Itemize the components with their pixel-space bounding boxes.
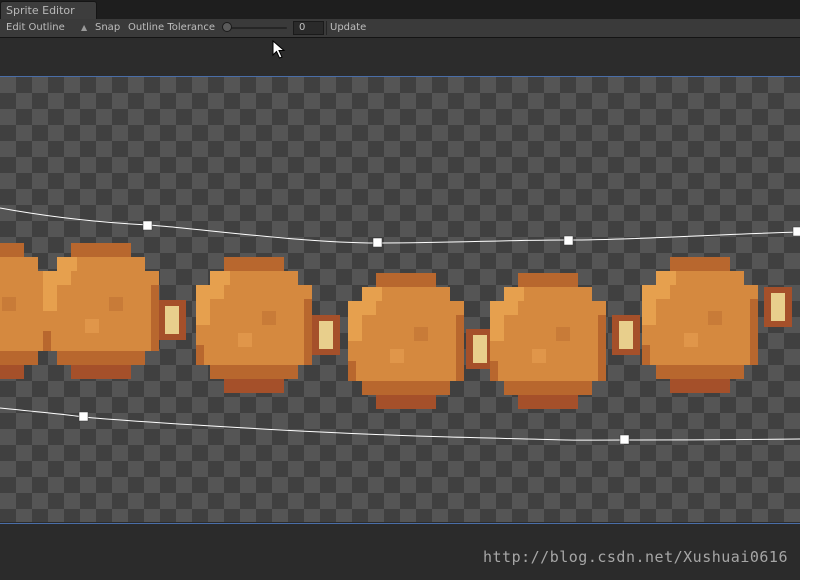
sprite-canvas[interactable]: [0, 77, 800, 522]
toolbar: Edit Outline ▲ Snap Outline Tolerance 0 …: [0, 19, 800, 38]
outline-tolerance-label: Outline Tolerance: [128, 22, 216, 33]
edit-mode-dropdown[interactable]: Edit Outline: [3, 19, 68, 37]
sprite-editor-window: Sprite Editor Edit Outline ▲ Snap Outlin…: [0, 0, 800, 580]
tab-bar: Sprite Editor: [0, 0, 800, 19]
arrow-cursor-icon: [272, 40, 286, 59]
toolbar-spacer: [0, 38, 800, 76]
tab-sprite-editor[interactable]: Sprite Editor: [0, 1, 97, 19]
outline-tolerance-slider-track[interactable]: [227, 27, 287, 29]
watermark-text: http://blog.csdn.net/Xushuai0616: [483, 548, 788, 566]
outline-tolerance-slider-thumb[interactable]: [222, 22, 232, 32]
sprite-preview: [0, 207, 800, 445]
edit-mode-label: Edit Outline: [6, 22, 65, 33]
update-button[interactable]: Update: [327, 19, 369, 37]
snap-toggle[interactable]: Snap: [92, 19, 123, 37]
outline-tolerance-input[interactable]: 0: [293, 21, 324, 35]
up-down-arrows-icon[interactable]: ▲: [81, 19, 87, 37]
